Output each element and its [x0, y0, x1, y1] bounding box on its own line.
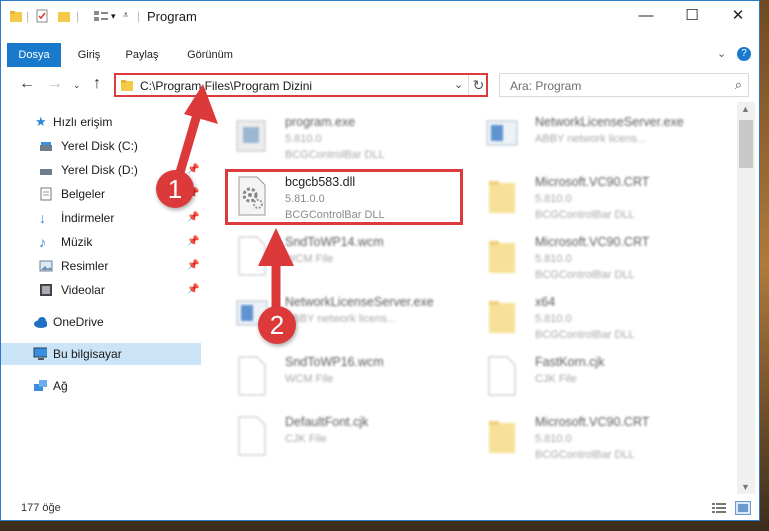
vertical-scrollbar[interactable]: ▲ ▼ — [737, 102, 755, 494]
folder-icon — [489, 301, 515, 333]
scroll-up-icon[interactable]: ▲ — [741, 104, 750, 114]
step-1-badge: 1 — [156, 170, 194, 208]
customize-chevron-icon[interactable]: ▾ — [111, 11, 116, 22]
file-item[interactable]: Microsoft.VC90.CRT 5.810.0 BCGControlBar… — [473, 407, 723, 465]
search-placeholder: Ara: Program — [510, 79, 582, 93]
folder-icon — [489, 181, 515, 213]
file-item[interactable]: SndToWP16.wcm WCM File — [223, 347, 473, 405]
search-icon: ⌕ — [734, 77, 742, 92]
computer-icon — [33, 347, 47, 360]
highlight-box — [225, 169, 463, 225]
separator: | — [26, 9, 30, 23]
scroll-thumb[interactable] — [739, 120, 753, 168]
cloud-icon — [34, 317, 47, 328]
document-icon — [238, 236, 266, 276]
ribbon-expand-chevron-icon[interactable]: ⌄ — [717, 47, 726, 60]
video-icon — [40, 284, 52, 296]
ribbon-tabs: Dosya Giriş Paylaş Görünüm ⌄ ? — [1, 43, 759, 67]
folder-icon — [489, 241, 515, 273]
address-bar[interactable]: C:\Program Files\Program Dizini ⌄ ↻ — [114, 73, 488, 97]
large-icons-view-icon[interactable] — [735, 501, 751, 515]
step-2-badge: 2 — [258, 306, 296, 344]
folder-icon — [121, 80, 133, 91]
pin-icon[interactable]: 📌 — [187, 279, 199, 301]
pictures-icon — [39, 260, 53, 272]
view-options-icon[interactable] — [93, 9, 109, 23]
pin-icon[interactable]: 📌 — [187, 207, 199, 229]
pin-icon[interactable]: 📌 — [187, 231, 199, 253]
folder-icon — [489, 421, 515, 453]
file-item[interactable]: DefaultFont.cjk CJK File — [223, 407, 473, 465]
address-path: C:\Program Files\Program Dizini — [140, 79, 313, 93]
drive-icon — [40, 169, 52, 175]
star-icon: ★ — [35, 114, 47, 129]
separator: | — [76, 9, 80, 23]
search-input[interactable]: Ara: Program ⌕ — [499, 73, 749, 97]
executable-icon — [236, 120, 266, 152]
help-icon[interactable]: ? — [737, 47, 751, 61]
navigation-pane: ★ Hızlı erişim Yerel Disk (C:) Yerel Dis… — [1, 105, 207, 495]
document-icon — [238, 416, 266, 456]
download-icon: ↓ — [39, 210, 46, 226]
details-view-icon[interactable] — [711, 501, 727, 515]
minimize-button[interactable]: — — [623, 1, 669, 31]
forward-arrow-icon[interactable]: → — [47, 75, 63, 93]
item-count: 177 öğe — [21, 502, 61, 514]
quick-access-dropdown-icon[interactable]: ⩡ — [123, 10, 129, 21]
properties-icon[interactable] — [35, 9, 49, 23]
document-icon — [238, 356, 266, 396]
nav-item-onedrive[interactable]: OneDrive — [1, 311, 201, 333]
scroll-down-icon[interactable]: ▼ — [741, 482, 750, 492]
music-icon: ♪ — [39, 234, 46, 250]
nav-item-quick-access[interactable]: ★ Hızlı erişim — [1, 111, 201, 133]
refresh-icon[interactable]: ↻ — [468, 75, 488, 95]
new-folder-icon[interactable] — [57, 9, 71, 23]
drive-icon — [40, 142, 52, 151]
maximize-button[interactable]: ☐ — [669, 1, 715, 31]
tab-file[interactable]: Dosya — [7, 43, 61, 67]
separator: | — [137, 9, 141, 23]
executable-icon — [486, 120, 518, 146]
file-item[interactable]: NetworkLicenseServer.exe ABBY network li… — [473, 107, 723, 165]
file-item[interactable]: x64 5.810.0 BCGControlBar DLL — [473, 287, 723, 345]
file-list: program.exe 5.810.0 BCGControlBar DLL Ne… — [213, 105, 737, 495]
nav-item-downloads[interactable]: ↓ İndirmeler 📌 — [1, 207, 201, 229]
document-icon — [488, 356, 516, 396]
nav-item-videos[interactable]: Videolar 📌 — [1, 279, 201, 301]
nav-item-music[interactable]: ♪ Müzik 📌 — [1, 231, 201, 253]
file-item[interactable]: program.exe 5.810.0 BCGControlBar DLL — [223, 107, 473, 165]
file-item[interactable]: Microsoft.VC90.CRT 5.810.0 BCGControlBar… — [473, 167, 723, 225]
up-arrow-icon[interactable]: ↑ — [93, 75, 101, 93]
file-item[interactable]: FastKorn.cjk CJK File — [473, 347, 723, 405]
recent-locations-chevron-icon[interactable]: ⌄ — [73, 80, 81, 91]
folder-icon — [10, 11, 22, 22]
network-icon — [34, 380, 47, 391]
window-title: Program — [147, 9, 197, 24]
documents-icon — [40, 187, 52, 201]
title-bar: | | ▾ ⩡ | Program — ☐ ✕ — [1, 1, 759, 31]
tab-view[interactable]: Görünüm — [179, 43, 241, 67]
pin-icon[interactable]: 📌 — [187, 255, 199, 277]
nav-item-this-pc[interactable]: Bu bilgisayar — [1, 343, 201, 365]
status-bar: 177 öğe — [1, 497, 759, 520]
tab-share[interactable]: Paylaş — [119, 43, 165, 67]
nav-item-pictures[interactable]: Resimler 📌 — [1, 255, 201, 277]
nav-item-network[interactable]: Ağ — [1, 375, 201, 397]
back-arrow-icon[interactable]: ← — [19, 75, 35, 93]
navigation-bar: ← → ⌄ ↑ C:\Program Files\Program Dizini … — [1, 69, 759, 101]
close-button[interactable]: ✕ — [715, 1, 759, 31]
nav-item-disk-c[interactable]: Yerel Disk (C:) — [1, 135, 201, 157]
file-item[interactable]: SndToWP14.wcm WCM File — [223, 227, 473, 285]
file-item[interactable]: Microsoft.VC90.CRT 5.810.0 BCGControlBar… — [473, 227, 723, 285]
explorer-window: | | ▾ ⩡ | Program — ☐ ✕ Dosya Giriş Payl… — [0, 0, 760, 521]
address-dropdown-icon[interactable]: ⌄ — [454, 78, 463, 91]
tab-home[interactable]: Giriş — [69, 43, 109, 67]
